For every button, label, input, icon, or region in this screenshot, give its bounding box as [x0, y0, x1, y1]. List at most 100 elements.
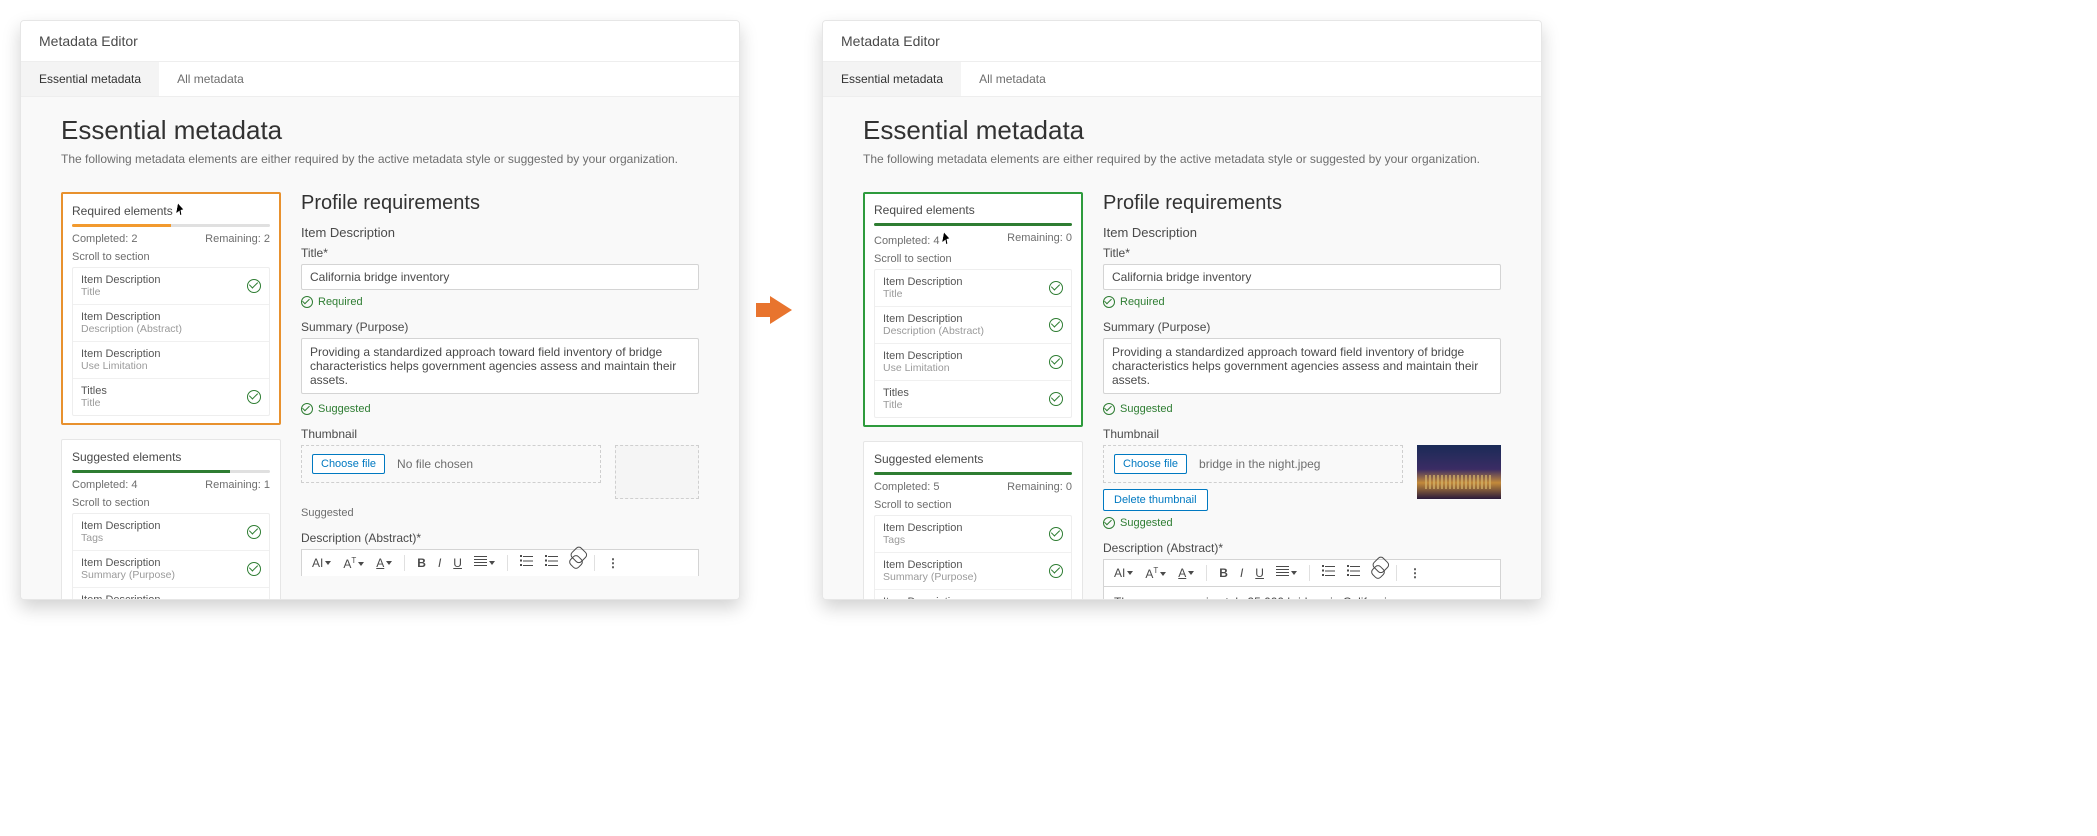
section-link[interactable]: Item DescriptionSummary (Purpose) — [875, 553, 1071, 590]
check-icon — [1049, 392, 1063, 406]
section-link[interactable]: Item DescriptionTags — [73, 514, 269, 551]
section-link[interactable]: Item DescriptionDescription (Abstract) — [875, 307, 1071, 344]
required-completed: Completed: 4 — [874, 232, 953, 247]
profile-title: Profile requirements — [301, 192, 699, 215]
italic-button[interactable]: I — [1238, 566, 1245, 580]
link-button[interactable] — [568, 556, 584, 571]
hint-suggested: Suggested — [1103, 517, 1501, 529]
app-title: Metadata Editor — [21, 21, 739, 62]
page-subtitle: The following metadata elements are eith… — [863, 152, 1501, 166]
tab-essential[interactable]: Essential metadata — [823, 62, 961, 96]
section-link[interactable]: TitlesTitle — [875, 381, 1071, 417]
panel-before: Metadata Editor Essential metadata All m… — [20, 20, 740, 600]
align-icon — [1276, 566, 1289, 577]
file-dropzone[interactable]: Choose file bridge in the night.jpeg — [1103, 445, 1403, 483]
transition-arrow-icon — [770, 20, 792, 600]
underline-button[interactable]: U — [451, 556, 464, 570]
check-icon — [1049, 527, 1063, 541]
description-label: Description (Abstract)* — [1103, 541, 1501, 555]
summary-label: Summary (Purpose) — [301, 320, 699, 334]
choose-file-button[interactable]: Choose file — [1114, 454, 1187, 474]
underline-button[interactable]: U — [1253, 566, 1266, 580]
suggested-completed: Completed: 5 — [874, 481, 939, 493]
file-status: bridge in the night.jpeg — [1199, 457, 1320, 471]
scroll-label: Scroll to section — [72, 497, 270, 509]
check-icon — [247, 562, 261, 576]
font-button[interactable]: AI — [310, 556, 333, 570]
profile-title: Profile requirements — [1103, 192, 1501, 215]
rte-toolbar: AI AT A B I U — [301, 549, 699, 576]
section-link[interactable]: Item DescriptionSummary (Purpose) — [73, 551, 269, 588]
title-label: Title* — [301, 246, 699, 260]
title-input[interactable] — [301, 264, 699, 290]
numbered-list-icon — [520, 556, 533, 567]
bold-button[interactable]: B — [415, 556, 428, 570]
check-icon — [1049, 318, 1063, 332]
required-card-title: Required elements — [72, 203, 270, 218]
page-title: Essential metadata — [61, 115, 699, 146]
check-icon — [301, 296, 313, 308]
bullet-list-icon — [545, 556, 558, 567]
check-icon — [247, 279, 261, 293]
section-link[interactable]: Item DescriptionTags — [875, 516, 1071, 553]
fontcolor-button[interactable]: A — [374, 556, 394, 570]
align-button[interactable] — [1274, 566, 1299, 580]
description-label: Description (Abstract)* — [301, 531, 699, 545]
chevron-down-icon — [325, 561, 331, 565]
section-link[interactable]: Item DescriptionUse Limitation — [875, 344, 1071, 381]
section-link[interactable]: Item DescriptionDescription (Abstract) — [73, 305, 269, 342]
more-button[interactable]: ⋮ — [1407, 566, 1424, 580]
more-button[interactable]: ⋮ — [605, 556, 622, 570]
numlist-button[interactable] — [1320, 566, 1337, 580]
chevron-down-icon — [386, 561, 392, 565]
section-link[interactable]: Item DescriptionThumbnail — [73, 588, 269, 599]
font-button[interactable]: AI — [1112, 566, 1135, 580]
link-button[interactable] — [1370, 566, 1386, 581]
suggested-elements-card: Suggested elements Completed: 5 Remainin… — [863, 441, 1083, 599]
section-link[interactable]: Item DescriptionUse Limitation — [73, 342, 269, 379]
chevron-down-icon — [1188, 571, 1194, 575]
section-link[interactable]: Item DescriptionThumbnail — [875, 590, 1071, 599]
check-icon — [301, 403, 313, 415]
description-input[interactable]: There are approximately 25,000 bridges i… — [1103, 586, 1501, 599]
summary-input[interactable]: Providing a standardized approach toward… — [301, 338, 699, 394]
chevron-down-icon — [1291, 571, 1297, 575]
section-link[interactable]: Item DescriptionTitle — [875, 270, 1071, 307]
summary-input[interactable]: Providing a standardized approach toward… — [1103, 338, 1501, 394]
link-icon — [1369, 563, 1386, 580]
title-label: Title* — [1103, 246, 1501, 260]
fontsize-button[interactable]: AT — [341, 556, 366, 571]
title-input[interactable] — [1103, 264, 1501, 290]
bold-button[interactable]: B — [1217, 566, 1230, 580]
fontsize-button[interactable]: AT — [1143, 566, 1168, 581]
align-button[interactable] — [472, 556, 497, 570]
bullist-button[interactable] — [1345, 566, 1362, 580]
suggested-progress — [874, 472, 1072, 475]
thumbnail-preview-empty — [615, 445, 699, 499]
group-item-description: Item Description — [301, 225, 699, 240]
file-dropzone[interactable]: Choose file No file chosen — [301, 445, 601, 483]
tab-all[interactable]: All metadata — [159, 62, 262, 96]
thumbnail-label: Thumbnail — [1103, 427, 1501, 441]
page-subtitle: The following metadata elements are eith… — [61, 152, 699, 166]
section-link[interactable]: TitlesTitle — [73, 379, 269, 415]
fontcolor-button[interactable]: A — [1176, 566, 1196, 580]
required-progress — [72, 224, 270, 227]
tab-all[interactable]: All metadata — [961, 62, 1064, 96]
tab-essential[interactable]: Essential metadata — [21, 62, 159, 96]
suggested-card-title: Suggested elements — [874, 452, 1072, 466]
choose-file-button[interactable]: Choose file — [312, 454, 385, 474]
tabbar: Essential metadata All metadata — [21, 62, 739, 97]
section-link[interactable]: Item DescriptionTitle — [73, 268, 269, 305]
hint-required: Required — [1103, 296, 1501, 308]
scroll-label: Scroll to section — [874, 253, 1072, 265]
delete-thumbnail-button[interactable]: Delete thumbnail — [1103, 489, 1208, 511]
scroll-label: Scroll to section — [874, 499, 1072, 511]
suggested-elements-card: Suggested elements Completed: 4 Remainin… — [61, 439, 281, 599]
bullist-button[interactable] — [543, 556, 560, 570]
numlist-button[interactable] — [518, 556, 535, 570]
check-icon — [1103, 517, 1115, 529]
italic-button[interactable]: I — [436, 556, 443, 570]
required-elements-card: Required elements Completed: 2 Remaining… — [61, 192, 281, 425]
required-remaining: Remaining: 2 — [205, 233, 270, 245]
